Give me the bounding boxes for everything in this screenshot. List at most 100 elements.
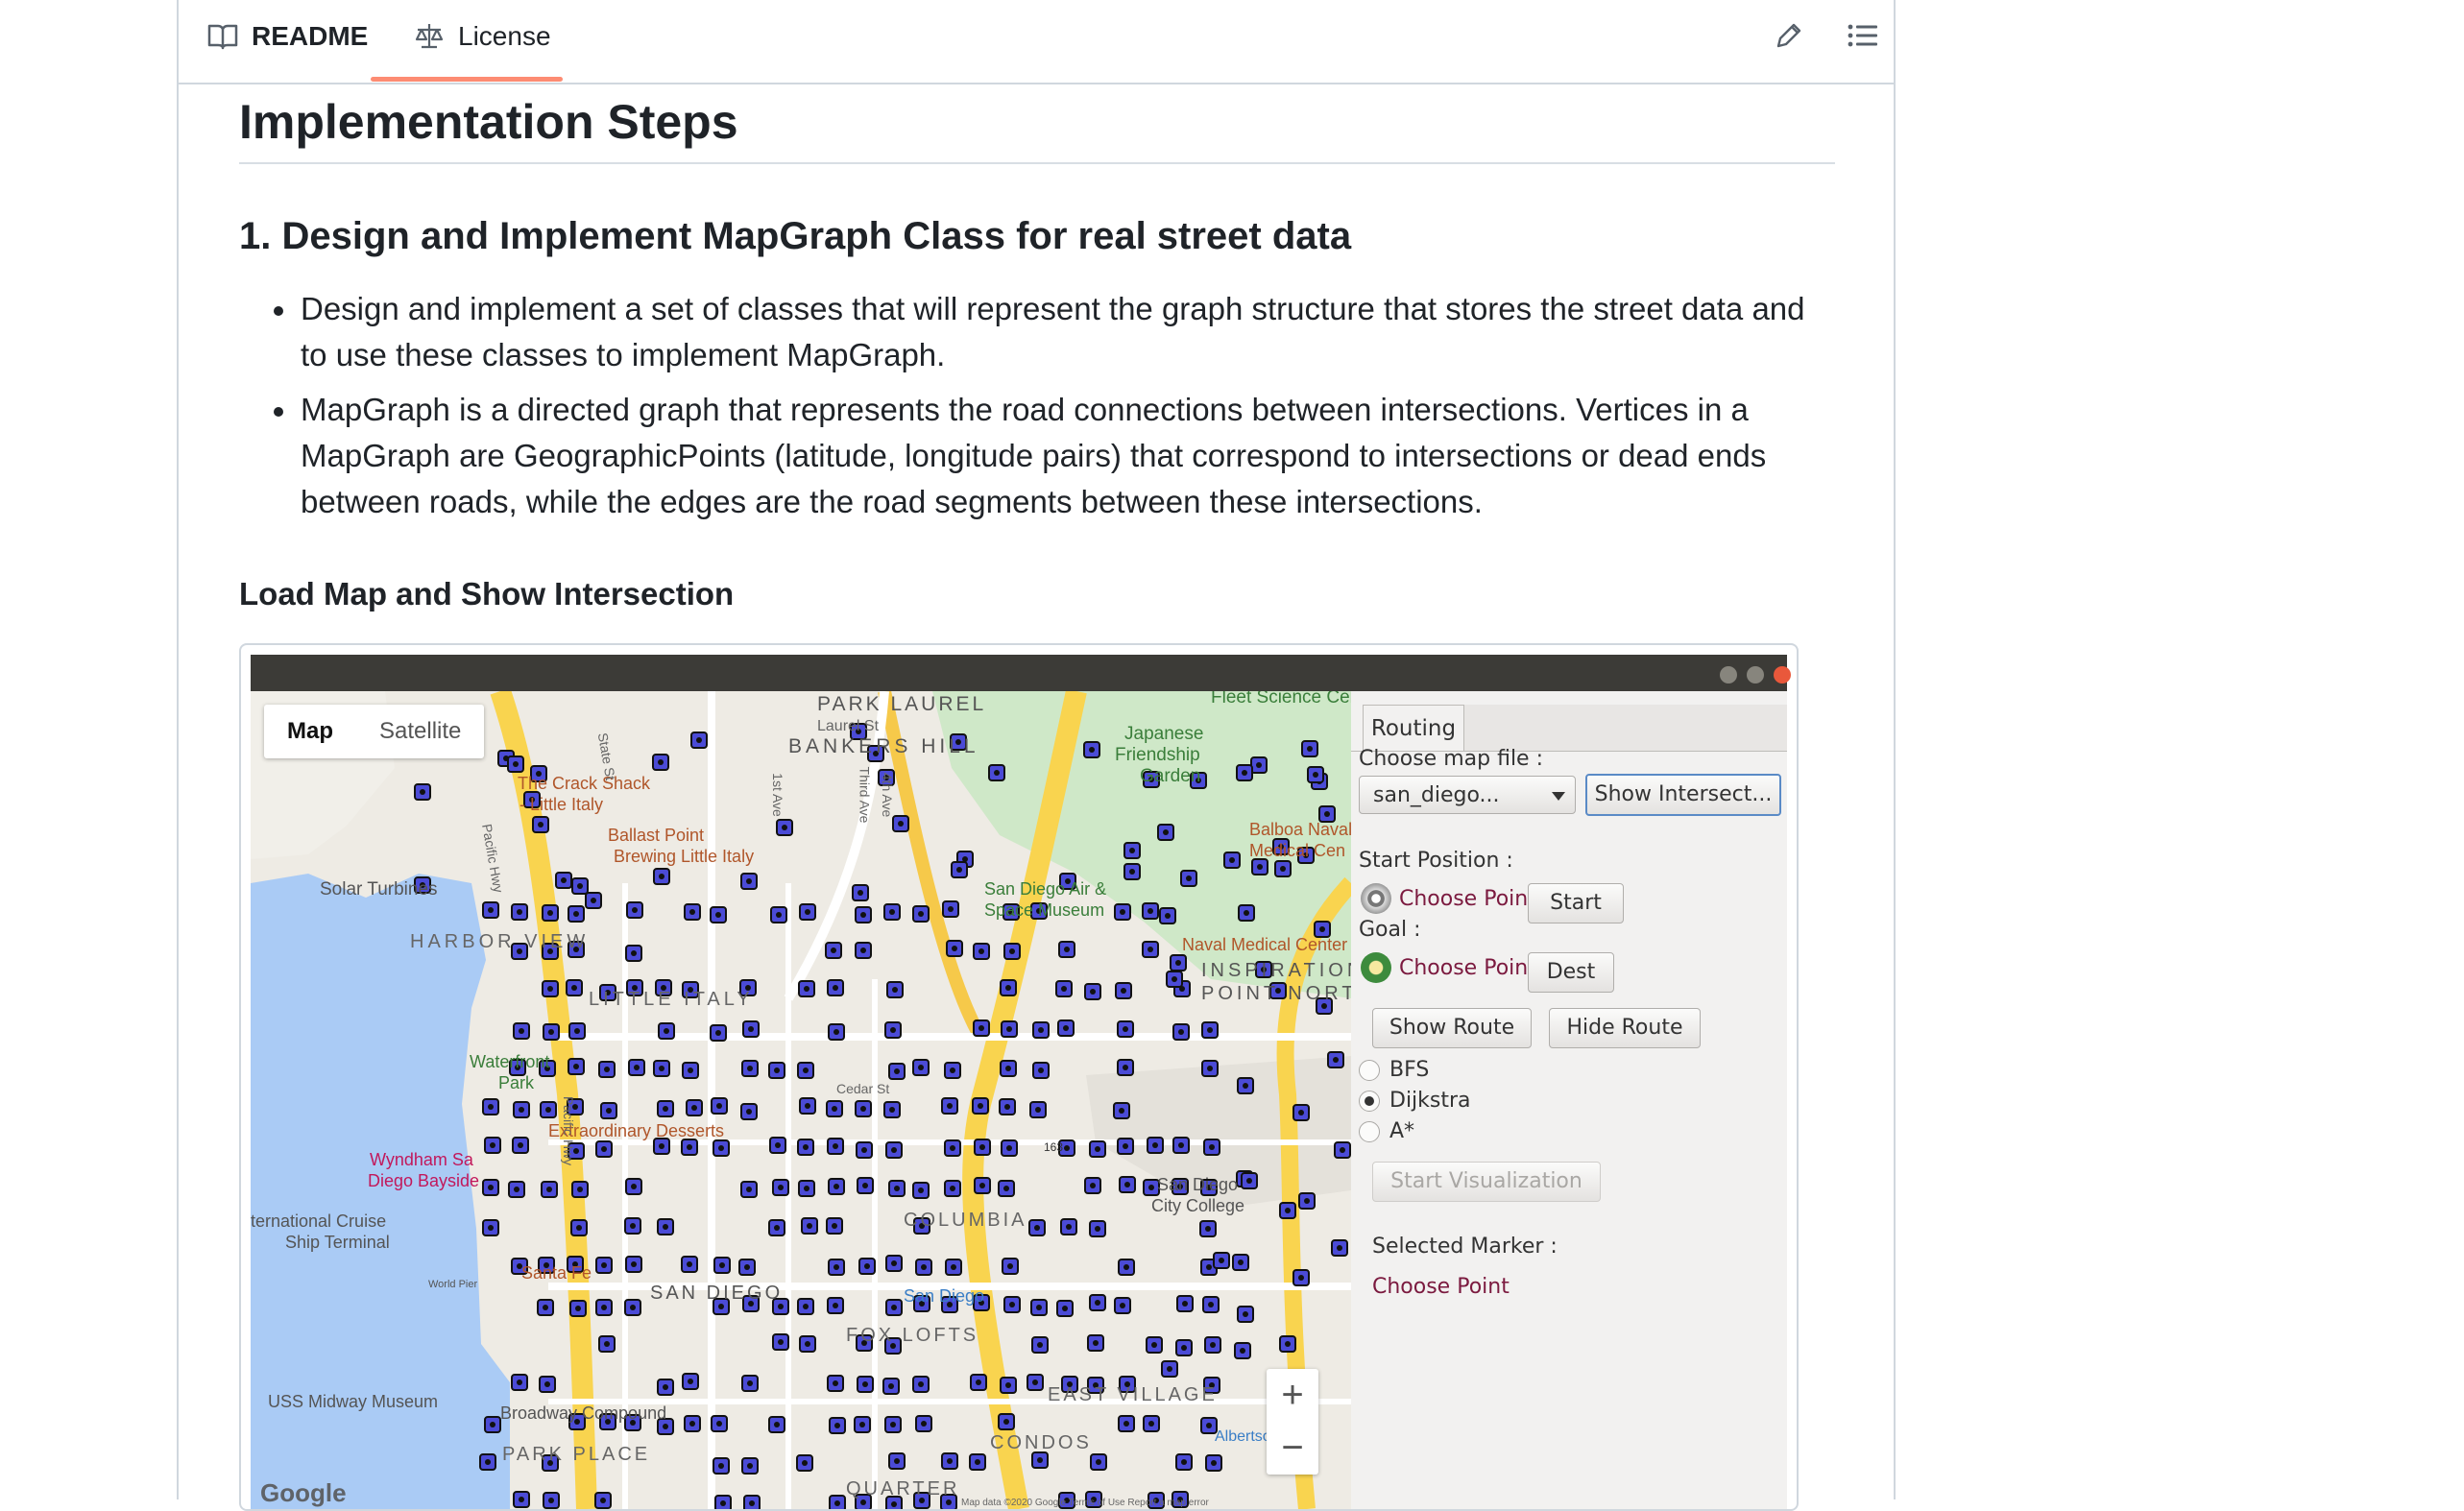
intersection-marker-dot — [514, 1187, 519, 1192]
intersection-marker-dot — [950, 1186, 955, 1191]
map-file-select[interactable]: san_diego... — [1359, 776, 1576, 814]
selected-marker-value[interactable]: Choose Point — [1372, 1275, 1510, 1299]
intersection-marker-dot — [715, 912, 721, 918]
intersection-marker-dot — [918, 1065, 924, 1070]
panel-right-border — [1894, 0, 1896, 1499]
intersection-marker-dot — [1209, 1144, 1215, 1150]
zoom-out-button[interactable]: − — [1267, 1422, 1318, 1475]
intersection-marker-dot — [951, 1264, 956, 1270]
intersection-marker-dot — [976, 1379, 981, 1385]
intersection-marker-dot — [600, 1498, 606, 1503]
intersection-marker-dot — [571, 985, 577, 991]
intersection-marker-dot — [1003, 1419, 1009, 1425]
intersection-marker-dot — [548, 1029, 554, 1035]
intersection-marker-dot — [918, 1381, 924, 1387]
map-label: 163 — [1044, 1140, 1064, 1154]
intersection-marker-dot — [1167, 1366, 1172, 1372]
radio-bfs[interactable] — [1359, 1060, 1380, 1081]
intersection-marker-dot — [833, 1184, 839, 1189]
intersection-marker-dot — [1298, 1275, 1304, 1281]
intersection-marker-dot — [776, 912, 782, 918]
map-label: 1st Ave — [769, 773, 785, 817]
intersection-marker-dot — [548, 1498, 554, 1503]
map-label: CONDOS — [990, 1432, 1092, 1453]
tab-routing[interactable]: Routing — [1363, 705, 1464, 752]
intersection-marker-dot — [1182, 1301, 1188, 1307]
intersection-marker-dot — [544, 1381, 550, 1387]
tab-readme[interactable]: README — [207, 17, 368, 56]
intersection-marker-dot — [832, 1223, 837, 1229]
intersection-marker-dot — [1064, 947, 1070, 952]
intersection-marker-dot — [604, 1067, 610, 1072]
start-visualization-button[interactable]: Start Visualization — [1372, 1162, 1601, 1202]
start-button[interactable]: Start — [1528, 883, 1624, 923]
intersection-marker-dot — [918, 911, 924, 917]
intersection-marker-dot — [634, 1065, 640, 1070]
tab-license[interactable]: License — [414, 17, 551, 56]
intersection-marker-dot — [1120, 1303, 1125, 1308]
intersection-marker-dot — [1333, 1057, 1339, 1063]
intersection-marker-dot — [1123, 1026, 1128, 1032]
map-label: Pacific Hwy — [561, 1095, 577, 1166]
intersection-marker-dot — [663, 1424, 668, 1429]
intersection-marker-dot — [543, 1305, 548, 1310]
intersection-marker-dot — [947, 1458, 953, 1464]
dest-button[interactable]: Dest — [1528, 952, 1614, 993]
intersection-marker-dot — [517, 909, 522, 915]
intersection-marker-dot — [832, 1106, 837, 1112]
map-label: PARK LAUREL — [817, 693, 987, 715]
map-type-satellite-button[interactable]: Satellite — [356, 718, 484, 745]
intersection-marker-dot — [1307, 746, 1313, 752]
intersection-marker-dot — [861, 1147, 867, 1153]
intersection-marker-dot — [1119, 1108, 1124, 1114]
pencil-icon[interactable] — [1773, 19, 1805, 52]
map-type-control: Map Satellite — [264, 705, 485, 758]
radio-dijkstra[interactable] — [1359, 1091, 1380, 1112]
intersection-marker-dot — [1121, 988, 1126, 994]
map-label: San Diego Air & — [984, 879, 1107, 899]
intersection-marker-dot — [833, 1264, 839, 1270]
map-label: HARBOR VIEW — [410, 931, 590, 952]
intersection-marker-dot — [994, 770, 1000, 776]
intersection-marker-dot — [1175, 960, 1181, 966]
map-label: City College — [1151, 1196, 1245, 1215]
radio-astar[interactable] — [1359, 1121, 1380, 1142]
intersection-marker-dot — [1034, 1225, 1040, 1231]
intersection-marker-dot — [747, 1066, 753, 1071]
intersection-marker-dot — [1005, 985, 1011, 991]
intersection-marker-dot — [774, 1225, 780, 1231]
map-label: World Pier — [428, 1279, 478, 1290]
chevron-down-icon — [1552, 792, 1565, 801]
start-choose-point-link[interactable]: Choose Point — [1399, 887, 1536, 911]
intersection-marker-dot — [576, 1225, 582, 1231]
intersection-marker-dot — [1038, 1067, 1044, 1073]
intersection-marker-dot — [545, 1107, 551, 1113]
intersection-marker-dot — [1206, 1264, 1212, 1270]
intersection-marker-dot — [1009, 948, 1015, 954]
book-icon — [207, 24, 238, 50]
show-intersections-button[interactable]: Show Intersect... — [1585, 774, 1781, 816]
choose-map-label: Choose map file : — [1359, 747, 1543, 771]
intersection-marker-dot — [538, 822, 544, 827]
intersection-marker-dot — [1285, 1341, 1291, 1347]
intersection-marker-dot — [1120, 909, 1125, 915]
intersection-marker-dot — [918, 1187, 924, 1193]
intersection-marker-dot — [604, 1341, 610, 1347]
map-label: POINT NORTH — [1201, 983, 1351, 1004]
map-label: LITTLE ITALY — [589, 989, 754, 1010]
subsection-heading: 1. Design and Implement MapGraph Class f… — [239, 215, 1352, 257]
intersection-marker-dot — [1257, 864, 1263, 870]
zoom-in-button[interactable]: + — [1267, 1369, 1318, 1422]
show-route-button[interactable]: Show Route — [1372, 1008, 1532, 1048]
intersection-marker-dot — [1004, 1104, 1010, 1110]
goal-choose-point-link[interactable]: Choose Point — [1399, 956, 1536, 980]
intersection-marker-dot — [1148, 1421, 1154, 1427]
map-label: Friendship — [1115, 745, 1200, 765]
hide-route-button[interactable]: Hide Route — [1549, 1008, 1701, 1048]
readme-panel: README License Implementation Steps 1. D… — [0, 0, 1896, 1511]
map-type-map-button[interactable]: Map — [264, 718, 356, 745]
intersection-marker-dot — [894, 1458, 900, 1464]
intersection-marker-dot — [831, 947, 836, 953]
intersection-marker-dot — [860, 912, 866, 918]
list-icon[interactable] — [1846, 19, 1880, 52]
